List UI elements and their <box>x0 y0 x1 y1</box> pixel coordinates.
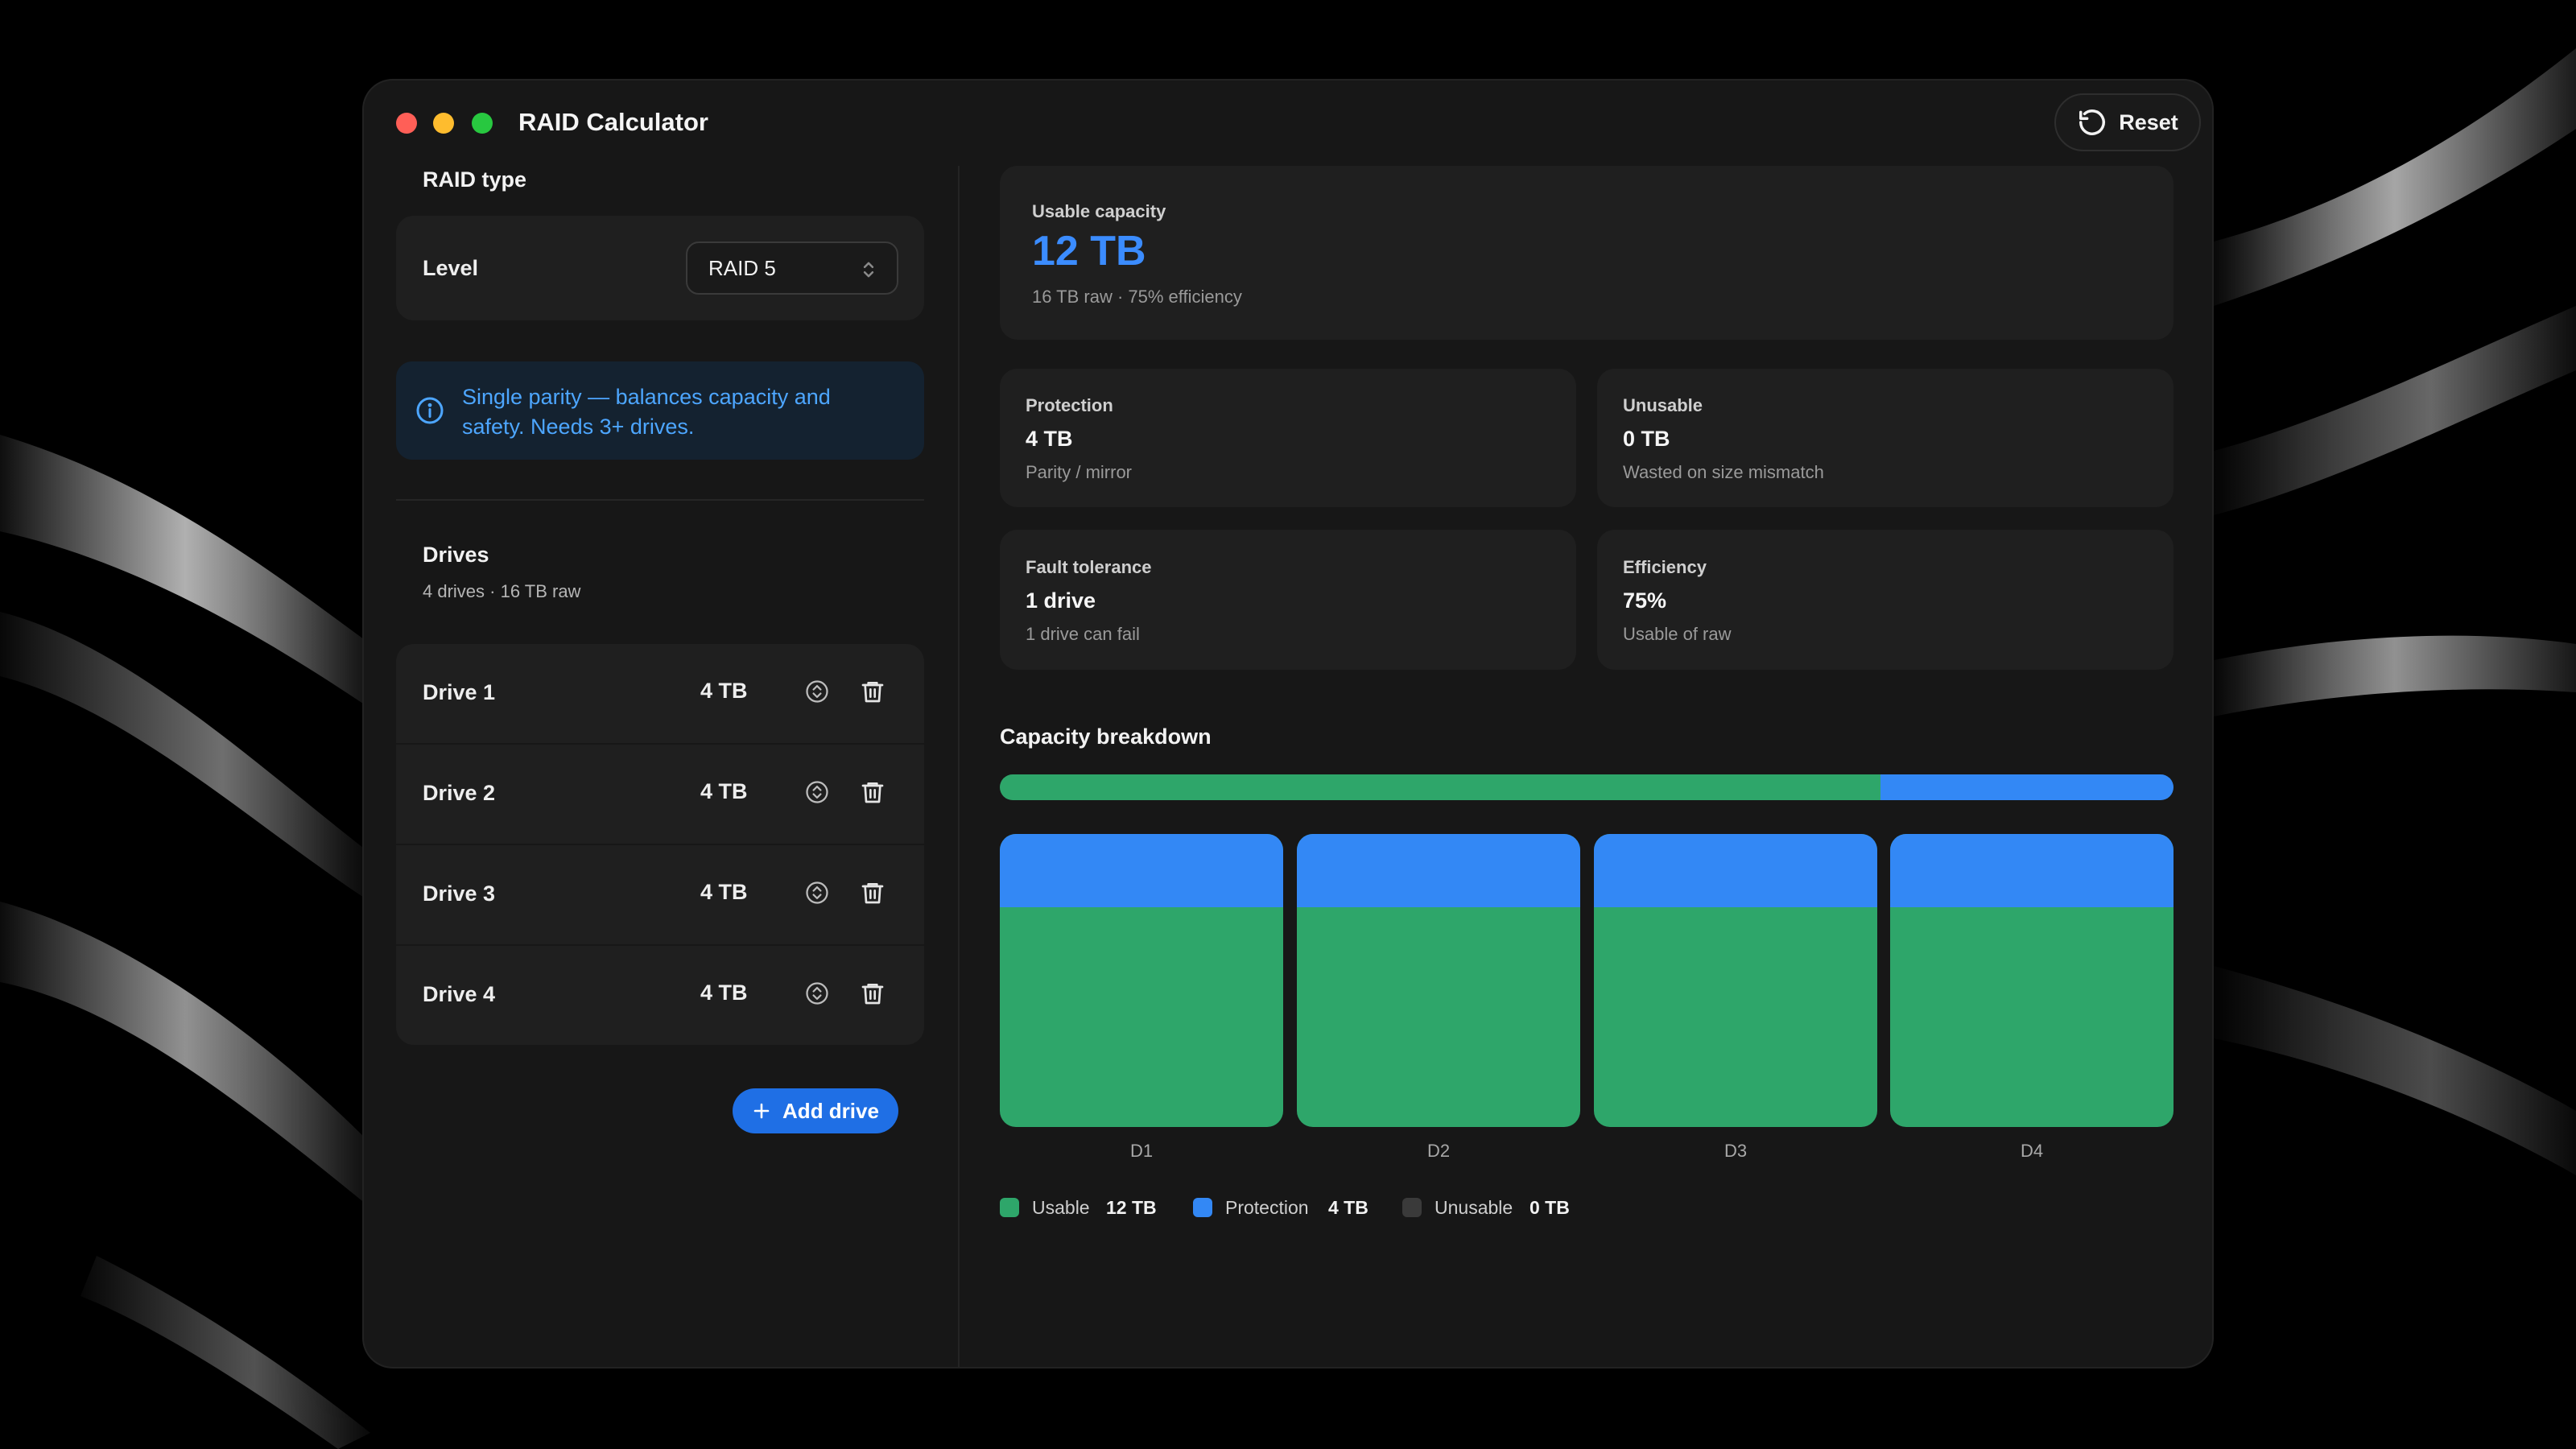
drive-name: Drive 3 <box>423 881 496 906</box>
drive-row: Drive 1 4 TB <box>396 644 924 744</box>
legend-unusable-label: Unusable <box>1435 1197 1513 1218</box>
usable-capacity-card <box>1000 166 2174 340</box>
usable-capacity-sub: 16 TB raw · 75% efficiency <box>1032 287 1242 307</box>
fault-tolerance-value: 1 drive <box>1026 588 1096 613</box>
protection-label: Protection <box>1026 395 1113 415</box>
drive-name: Drive 1 <box>423 680 496 704</box>
legend-usable-swatch <box>1000 1198 1019 1217</box>
drive-size: 4 TB <box>700 679 748 703</box>
unusable-value: 0 TB <box>1623 427 1670 451</box>
chevron-up-down-icon <box>863 262 874 278</box>
size-stepper-icon[interactable] <box>805 679 829 704</box>
fault-tolerance-label: Fault tolerance <box>1026 557 1152 577</box>
drive-chart-protection <box>1000 834 1283 907</box>
fault-tolerance-sub: 1 drive can fail <box>1026 624 1140 644</box>
reset-label: Reset <box>2119 109 2178 134</box>
zoom-window-button[interactable] <box>472 113 493 134</box>
drive-chart-bar <box>1000 834 1283 1127</box>
protection-sub: Parity / mirror <box>1026 462 1132 482</box>
usable-capacity-label: Usable capacity <box>1032 201 1166 221</box>
trash-icon[interactable] <box>860 778 886 806</box>
drive-chart-bar <box>1297 834 1580 1127</box>
size-stepper-icon[interactable] <box>805 981 829 1005</box>
info-icon <box>416 397 444 424</box>
capacity-bar <box>1000 774 2174 800</box>
drive-chart-protection <box>1594 834 1877 907</box>
efficiency-sub: Usable of raw <box>1623 624 1732 644</box>
drive-chart-protection <box>1890 834 2174 907</box>
pane-divider <box>958 166 960 1367</box>
efficiency-card <box>1597 530 2174 670</box>
size-stepper-icon[interactable] <box>805 881 829 905</box>
raid-level-select[interactable]: RAID 5 <box>686 242 898 295</box>
minimize-window-button[interactable] <box>433 113 454 134</box>
legend-usable-label: Usable <box>1032 1197 1090 1218</box>
plus-icon <box>753 1103 770 1119</box>
reset-button[interactable]: Reset <box>2054 93 2201 151</box>
efficiency-value: 75% <box>1623 588 1667 613</box>
capacity-breakdown-heading: Capacity breakdown <box>1000 724 1212 749</box>
drive-chart-label: D3 <box>1724 1141 1748 1161</box>
raid-info-text: Single parity — balances capacity and sa… <box>462 385 831 439</box>
drive-name: Drive 4 <box>423 982 496 1006</box>
protection-card <box>1000 369 1576 507</box>
drive-chart-label: D4 <box>2020 1141 2044 1161</box>
drive-chart-bar <box>1890 834 2174 1127</box>
drive-chart-bar <box>1594 834 1877 1127</box>
unusable-sub: Wasted on size mismatch <box>1623 462 1824 482</box>
unusable-card <box>1597 369 2174 507</box>
trash-icon[interactable] <box>860 678 886 705</box>
legend-protection-value: 4 TB <box>1328 1197 1368 1218</box>
usable-capacity-value: 12 TB <box>1032 228 1146 275</box>
window-title: RAID Calculator <box>518 108 708 136</box>
add-drive-button[interactable]: Add drive <box>733 1088 898 1133</box>
legend-usable-value: 12 TB <box>1106 1197 1157 1218</box>
trash-icon[interactable] <box>860 980 886 1007</box>
legend-protection-swatch <box>1193 1198 1212 1217</box>
efficiency-label: Efficiency <box>1623 557 1707 577</box>
unusable-label: Unusable <box>1623 395 1703 415</box>
reset-icon <box>2079 109 2106 135</box>
trash-icon[interactable] <box>860 879 886 906</box>
capacity-bar-usable <box>1000 774 1880 800</box>
drive-size: 4 TB <box>700 779 748 803</box>
raid-type-heading: RAID type <box>423 167 527 192</box>
add-drive-label: Add drive <box>782 1098 879 1123</box>
close-window-button[interactable] <box>396 113 417 134</box>
drive-chart-label: D2 <box>1426 1141 1451 1161</box>
drive-row: Drive 4 4 TB <box>396 946 924 1046</box>
raid-level-value: RAID 5 <box>708 255 776 280</box>
legend-unusable-swatch <box>1402 1198 1422 1217</box>
drive-chart-label: D1 <box>1129 1141 1154 1161</box>
drive-size: 4 TB <box>700 980 748 1005</box>
capacity-bar-protection <box>1880 774 2174 800</box>
section-divider <box>396 499 924 501</box>
drives-heading: Drives <box>423 543 489 567</box>
drive-size: 4 TB <box>700 880 748 904</box>
protection-value: 4 TB <box>1026 427 1073 451</box>
size-stepper-icon[interactable] <box>805 780 829 804</box>
legend-protection-label: Protection <box>1225 1197 1309 1218</box>
level-label: Level <box>423 256 479 280</box>
drive-chart-protection <box>1297 834 1580 907</box>
drives-summary: 4 drives · 16 TB raw <box>423 581 581 601</box>
drive-row: Drive 3 4 TB <box>396 845 924 945</box>
drive-name: Drive 2 <box>423 781 496 805</box>
drive-row: Drive 2 4 TB <box>396 745 924 844</box>
legend-unusable-value: 0 TB <box>1530 1197 1570 1218</box>
